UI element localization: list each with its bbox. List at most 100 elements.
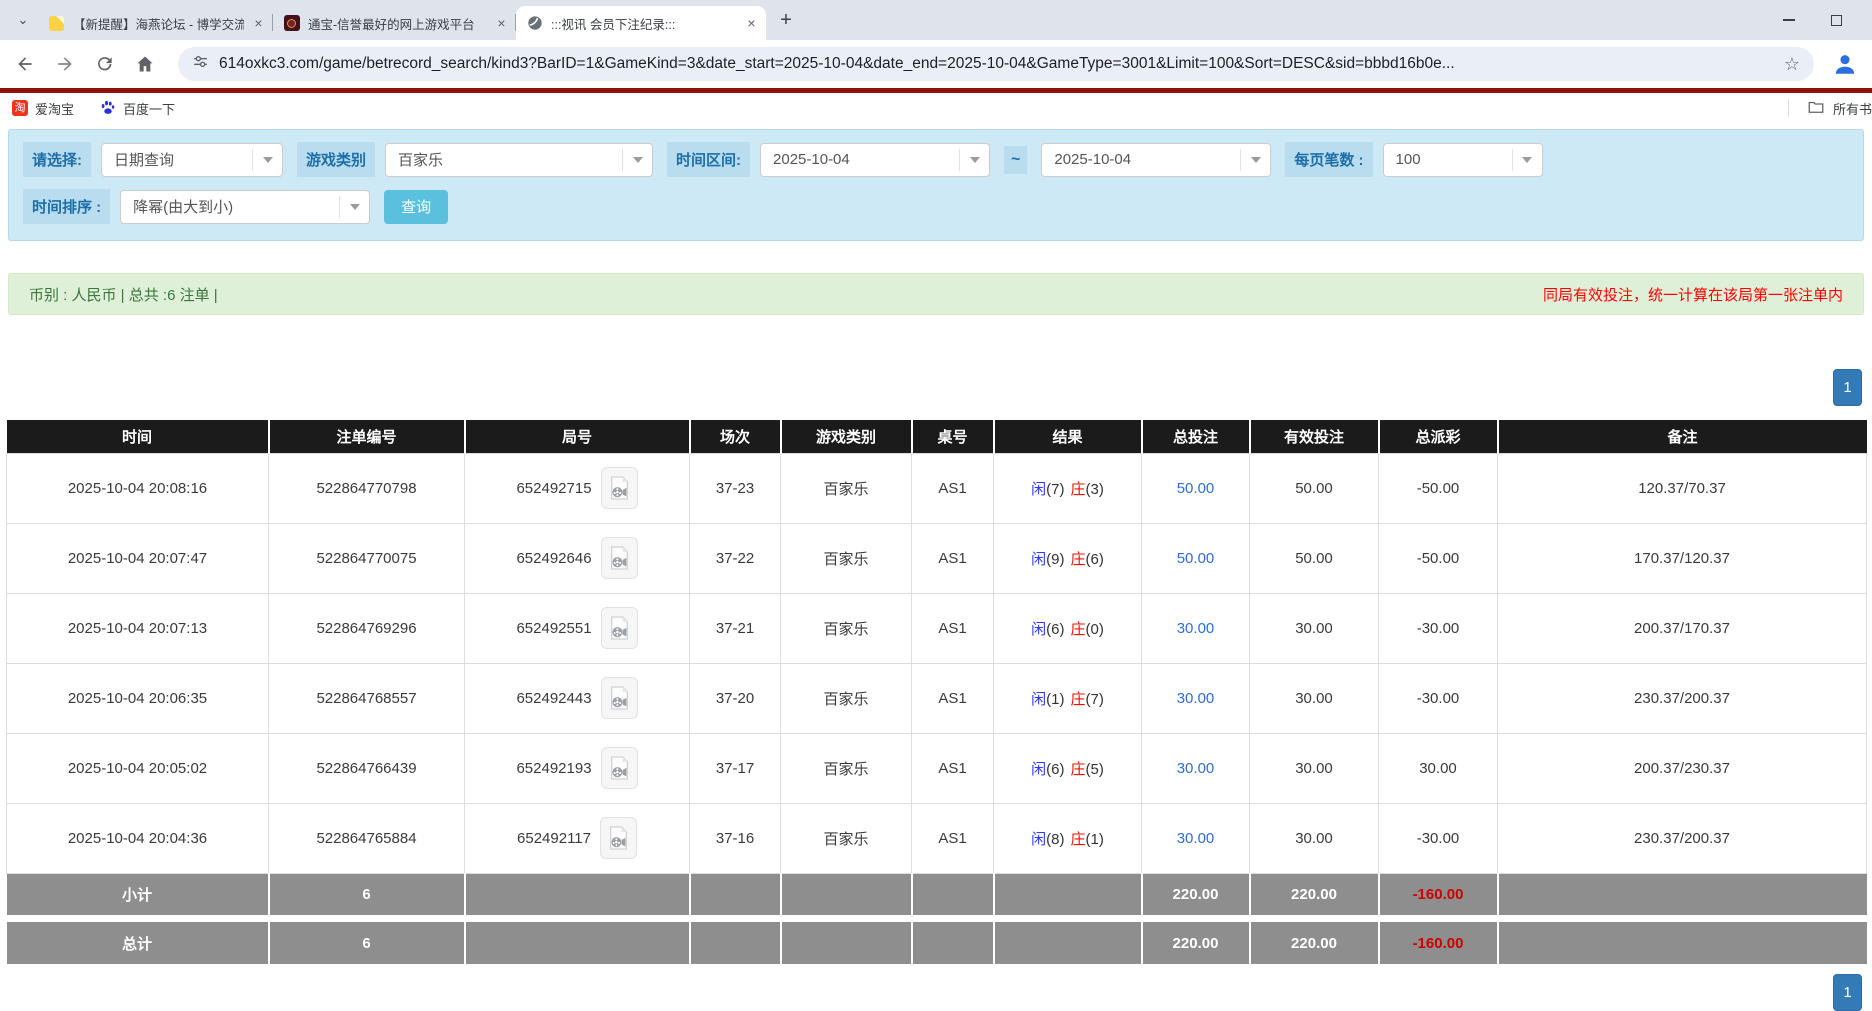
cell-bet-id: 522864769296 [269,593,465,663]
round-id-text: 652492443 [516,690,591,707]
minimize-icon[interactable] [1783,19,1795,21]
cell-game-type: 百家乐 [781,733,912,803]
total-bet-link[interactable]: 50.00 [1177,550,1215,567]
chevron-down-icon [1512,149,1542,171]
taobao-icon: 淘 [12,100,28,116]
cell-note: 120.37/70.37 [1498,453,1867,523]
cell-valid-bet: 30.00 [1250,803,1379,873]
video-replay-button[interactable] [601,537,638,579]
per-page-select[interactable]: 100 [1383,143,1543,177]
search-button[interactable]: 查询 [384,190,448,224]
profile-avatar-icon[interactable] [1830,49,1860,79]
total-bet-link[interactable]: 30.00 [1177,690,1215,707]
home-icon[interactable] [132,51,158,77]
cell-empty [1498,873,1867,915]
video-replay-button[interactable] [600,817,637,859]
cell-total-bet: 30.00 [1142,803,1250,873]
site-settings-icon[interactable] [192,53,209,75]
cell-empty [690,922,781,964]
cell-payout: 30.00 [1379,733,1498,803]
cell-time: 2025-10-04 20:07:13 [7,593,269,663]
round-id-text: 652492646 [516,550,591,567]
per-page-value: 100 [1396,151,1421,168]
cell-note: 200.37/230.37 [1498,733,1867,803]
currency-total-text: 币别 : 人民币 | 总共 :6 注单 | [29,284,218,305]
total-label: 总计 [7,922,269,964]
col-table-no: 桌号 [912,420,994,453]
select-type-label: 请选择: [23,142,91,177]
page-1-button[interactable]: 1 [1833,974,1862,1011]
all-bookmarks[interactable]: 所有书 [1788,93,1872,123]
cell-empty [912,922,994,964]
close-tab-icon[interactable]: × [493,15,510,32]
round-id-text: 652492193 [516,760,591,777]
maximize-icon[interactable] [1831,15,1842,26]
player-result: 闲 [1031,551,1046,568]
video-replay-button[interactable] [601,607,638,649]
player-result: 闲 [1031,621,1046,638]
cell-game-type: 百家乐 [781,593,912,663]
round-id-text: 652492715 [516,480,591,497]
player-result: 闲 [1031,481,1046,498]
video-replay-button[interactable] [601,677,638,719]
tab-haiyan-forum[interactable]: 【新提醒】海燕论坛 - 博学交流 × [38,6,273,40]
cell-round-id: 652492551 [465,593,690,663]
tab-bet-records-active[interactable]: :::视讯 会员下注纪录::: × [516,6,766,40]
cell-valid-bet: 30.00 [1250,733,1379,803]
game-type-value: 百家乐 [398,149,443,170]
table-row: 2025-10-04 20:08:16 522864770798 6524927… [7,453,1867,523]
back-icon[interactable] [12,51,38,77]
cell-session: 37-16 [690,803,781,873]
bookmark-star-icon[interactable]: ☆ [1784,54,1800,75]
cell-payout: -50.00 [1379,453,1498,523]
cell-bet-id: 522864768557 [269,663,465,733]
cell-payout: -50.00 [1379,523,1498,593]
sort-value: 降幂(由大到小) [133,196,233,217]
query-type-select[interactable]: 日期查询 [101,143,283,177]
table-row: 2025-10-04 20:07:47 522864770075 6524926… [7,523,1867,593]
page-1-button[interactable]: 1 [1833,369,1862,406]
cell-bet-id: 522864770075 [269,523,465,593]
tab-search-chevron-icon[interactable]: ⌄ [10,7,36,33]
sort-select[interactable]: 降幂(由大到小) [120,190,370,224]
reload-icon[interactable] [92,51,118,77]
col-total-bet: 总投注 [1142,420,1250,453]
sort-label: 时间排序 : [23,189,110,224]
cell-note: 200.37/170.37 [1498,593,1867,663]
cell-empty [1498,922,1867,964]
tab-tongbao[interactable]: 通宝-信誉最好的网上游戏平台 × [273,6,516,40]
close-tab-icon[interactable]: × [743,15,760,32]
cell-table-no: AS1 [912,593,994,663]
bet-records-table: 时间 注单编号 局号 场次 游戏类别 桌号 结果 总投注 有效投注 总派彩 备注… [6,420,1867,964]
date-end-select[interactable]: 2025-10-04 [1041,143,1271,177]
video-replay-button[interactable] [601,467,638,509]
forward-icon[interactable] [52,51,78,77]
col-bet-id: 注单编号 [269,420,465,453]
new-tab-button[interactable]: + [772,6,800,34]
bookmark-baidu[interactable]: 百度一下 [100,99,175,118]
cell-result: 闲(6)庄(5) [994,733,1142,803]
cell-time: 2025-10-04 20:05:02 [7,733,269,803]
cell-empty [994,922,1142,964]
subtotal-label: 小计 [7,873,269,915]
cell-result: 闲(9)庄(6) [994,523,1142,593]
chevron-down-icon [622,149,652,171]
date-start-select[interactable]: 2025-10-04 [760,143,990,177]
pagination-top: 1 [10,369,1862,406]
cell-payout: -30.00 [1379,663,1498,733]
cell-game-type: 百家乐 [781,453,912,523]
cell-note: 230.37/200.37 [1498,803,1867,873]
row-gap [7,915,1867,922]
video-replay-button[interactable] [601,747,638,789]
total-bet-link[interactable]: 30.00 [1177,830,1215,847]
total-row: 总计 6 220.00 220.00 -160.00 [7,922,1867,964]
game-type-select[interactable]: 百家乐 [385,143,653,177]
total-bet-link[interactable]: 30.00 [1177,760,1215,777]
tab-title: 【新提醒】海燕论坛 - 博学交流 [73,14,244,33]
bookmark-taobao[interactable]: 淘 爱淘宝 [12,99,74,118]
subtotal-payout: -160.00 [1379,873,1498,915]
url-bar[interactable]: 614oxkc3.com/game/betrecord_search/kind3… [178,47,1814,81]
total-bet-link[interactable]: 30.00 [1177,620,1215,637]
total-bet-link[interactable]: 50.00 [1177,480,1215,497]
close-tab-icon[interactable]: × [250,15,267,32]
